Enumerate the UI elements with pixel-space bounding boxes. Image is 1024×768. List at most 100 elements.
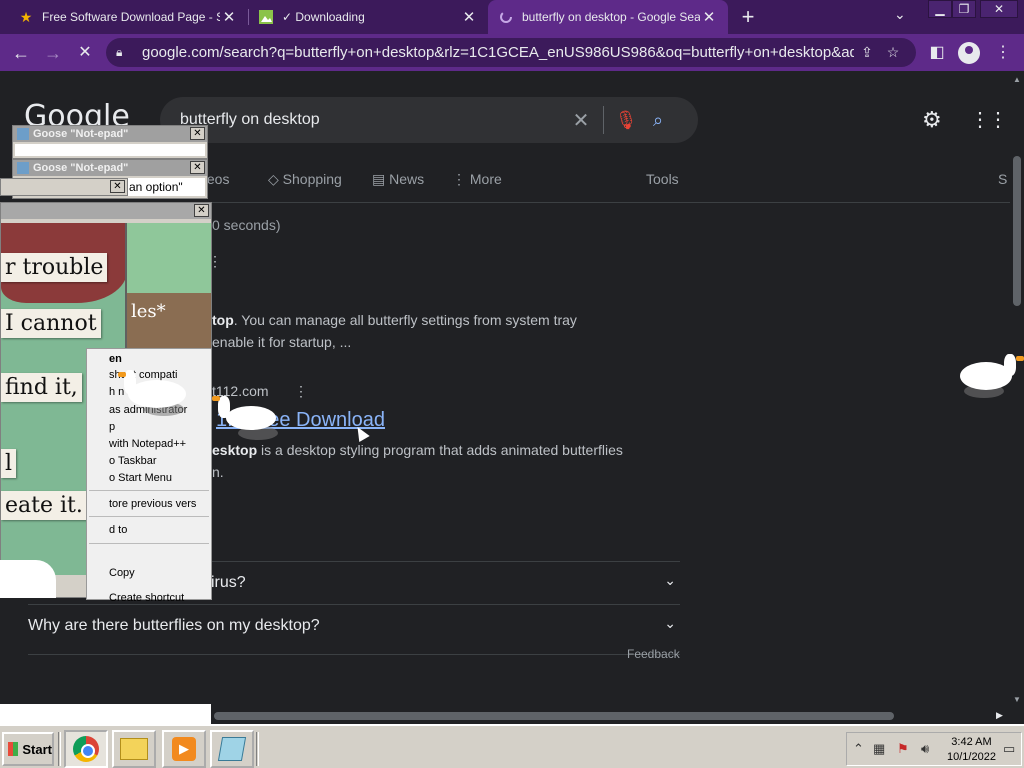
vertical-scrollbar[interactable]: ▲ ▼	[1010, 71, 1024, 709]
network-icon[interactable]: ▦	[873, 741, 885, 757]
close-icon[interactable]: ✕	[190, 161, 205, 174]
taskbar-notepad[interactable]	[210, 730, 254, 768]
snippet-text: n.	[212, 464, 224, 480]
more-dots-icon: ⋮	[452, 171, 470, 187]
tab-search-chevron-icon[interactable]: ⌄	[894, 6, 906, 23]
window-titlebar[interactable]: Goose "Not-epad"	[13, 160, 207, 176]
taskbar-media-player[interactable]: ▶	[162, 730, 206, 768]
meme-note: r trouble	[1, 253, 108, 282]
menu-item[interactable]: d to	[109, 524, 127, 536]
search-icon[interactable]: ⌕	[638, 110, 678, 131]
snippet-text: enable it for startup, ...	[212, 334, 352, 350]
menu-item[interactable]: p	[109, 421, 115, 433]
scrollbar-thumb[interactable]	[214, 712, 894, 720]
menu-item[interactable]: Create shortcut	[109, 592, 184, 604]
settings-gear-icon[interactable]: ⚙	[922, 107, 942, 133]
notepad-body[interactable]	[15, 144, 205, 156]
horizontal-scrollbar[interactable]: ▶	[210, 709, 1010, 723]
menu-item[interactable]: Copy	[109, 567, 135, 579]
url-text[interactable]: google.com/search?q=butterfly+on+desktop…	[142, 44, 854, 61]
side-panel-icon[interactable]: ◧	[924, 40, 950, 66]
close-tab-icon[interactable]: ✕	[700, 8, 718, 26]
tab-strip: ★ Free Software Download Page - Sof ✕ ✓ …	[0, 0, 1024, 34]
tools-button[interactable]: Tools	[646, 171, 679, 187]
chevron-down-icon[interactable]: ⌄	[664, 615, 676, 632]
restore-button[interactable]: ❐	[952, 0, 976, 18]
tab-free-software[interactable]: ★ Free Software Download Page - Sof ✕	[8, 0, 248, 34]
tag-icon: ◇	[268, 171, 283, 187]
search-box[interactable]: butterfly on desktop ✕ 🎙︎ ⌕	[160, 97, 698, 143]
menu-item[interactable]: tore previous vers	[109, 498, 196, 510]
chevron-down-icon[interactable]: ⌄	[664, 572, 676, 589]
address-bar[interactable]: 🔒︎ google.com/search?q=butterfly+on+desk…	[106, 38, 916, 67]
goose-meme-image-2: les*	[127, 223, 211, 353]
feedback-link[interactable]: Feedback	[627, 647, 680, 661]
tab-downloading[interactable]: ✓ Downloading ✕	[248, 0, 488, 34]
meme-text: les*	[131, 301, 166, 322]
clock[interactable]: 3:42 AM 10/1/2022	[947, 735, 996, 765]
image-icon	[258, 9, 274, 25]
volume-icon[interactable]: 🔊︎	[921, 741, 929, 757]
result-menu-icon[interactable]: ⋮	[294, 383, 308, 400]
start-label: Start	[22, 741, 52, 757]
taskbar-explorer[interactable]	[112, 730, 156, 768]
show-desktop-icon[interactable]: ▭	[1003, 741, 1015, 757]
tab-label: Shopping	[282, 171, 342, 187]
scroll-up-icon[interactable]: ▲	[1013, 75, 1021, 84]
scroll-right-icon[interactable]: ▶	[996, 710, 1003, 721]
apps-grid-icon[interactable]: ⋮⋮⋮	[970, 107, 1010, 132]
close-tab-icon[interactable]: ✕	[220, 8, 238, 26]
minimize-button[interactable]: ▁	[928, 0, 952, 18]
close-icon[interactable]: ✕	[194, 204, 209, 217]
menu-item[interactable]: en	[109, 353, 122, 365]
close-tab-icon[interactable]: ✕	[460, 8, 478, 26]
safesearch-label[interactable]: S	[998, 171, 1007, 187]
back-button[interactable]: ←	[8, 40, 34, 66]
scroll-down-icon[interactable]: ▼	[1013, 695, 1021, 704]
show-hidden-icons-icon[interactable]: ⌃	[853, 741, 864, 757]
goose-notepad-window[interactable]: ✕	[0, 178, 128, 196]
menu-icon[interactable]: ⋮	[990, 40, 1016, 66]
window-titlebar[interactable]	[1, 203, 211, 219]
close-icon[interactable]: ✕	[190, 127, 205, 140]
clear-search-icon[interactable]: ✕	[569, 108, 593, 133]
profile-avatar[interactable]	[958, 42, 980, 64]
snippet-bold: top	[212, 312, 234, 328]
tab-more[interactable]: ⋮ More	[452, 171, 502, 188]
scrollbar-thumb[interactable]	[1013, 156, 1021, 306]
window-titlebar[interactable]: Goose "Not-epad"	[13, 126, 207, 142]
lock-icon[interactable]: 🔒︎	[116, 45, 132, 60]
people-also-ask-item[interactable]: Why are there butterflies on my desktop?…	[28, 604, 680, 655]
window-title: Goose "Not-epad"	[33, 162, 129, 174]
stop-loading-button[interactable]: ✕	[72, 40, 98, 66]
menu-item[interactable]: with Notepad++	[109, 438, 186, 450]
tab-title: Free Software Download Page - Sof	[42, 10, 220, 24]
close-window-button[interactable]: ✕	[980, 0, 1018, 18]
tab-news[interactable]: ▤ News	[372, 171, 424, 188]
start-button[interactable]: Start	[2, 732, 54, 766]
media-player-icon: ▶	[172, 737, 196, 761]
goose-icon[interactable]	[212, 396, 276, 430]
news-icon: ▤	[372, 171, 390, 187]
taskbar-chrome[interactable]	[64, 730, 108, 768]
goose-notepad-window[interactable]: Goose "Not-epad" ✕	[12, 125, 208, 159]
forward-button[interactable]: →	[40, 40, 66, 66]
share-icon[interactable]: ⇪	[854, 44, 880, 61]
goose-icon[interactable]	[960, 354, 1024, 390]
tab-shopping[interactable]: ◇ Shopping	[268, 171, 342, 188]
tab-google-search[interactable]: butterfly on desktop - Google Searc ✕	[488, 0, 728, 34]
meme-note: I cannot	[1, 309, 101, 338]
goose-icon[interactable]	[118, 370, 186, 408]
result-stats: 0 seconds)	[212, 217, 281, 233]
taskbar: Start ▶ ⌃ ▦ ⚑ 🔊︎ 3:42 AM 10/1/2022 ▭	[0, 724, 1024, 768]
menu-item[interactable]: h n	[109, 386, 124, 398]
search-input[interactable]: butterfly on desktop	[180, 111, 569, 129]
bookmark-star-icon[interactable]: ☆	[880, 44, 906, 61]
menu-item[interactable]: o Taskbar	[109, 455, 157, 467]
close-icon[interactable]: ✕	[110, 180, 125, 193]
menu-item[interactable]: o Start Menu	[109, 472, 172, 484]
new-tab-button[interactable]: +	[736, 4, 760, 30]
microphone-icon[interactable]: 🎙︎	[614, 110, 638, 131]
action-center-icon[interactable]: ⚑	[897, 741, 909, 757]
clock-time: 3:42 AM	[951, 736, 992, 748]
